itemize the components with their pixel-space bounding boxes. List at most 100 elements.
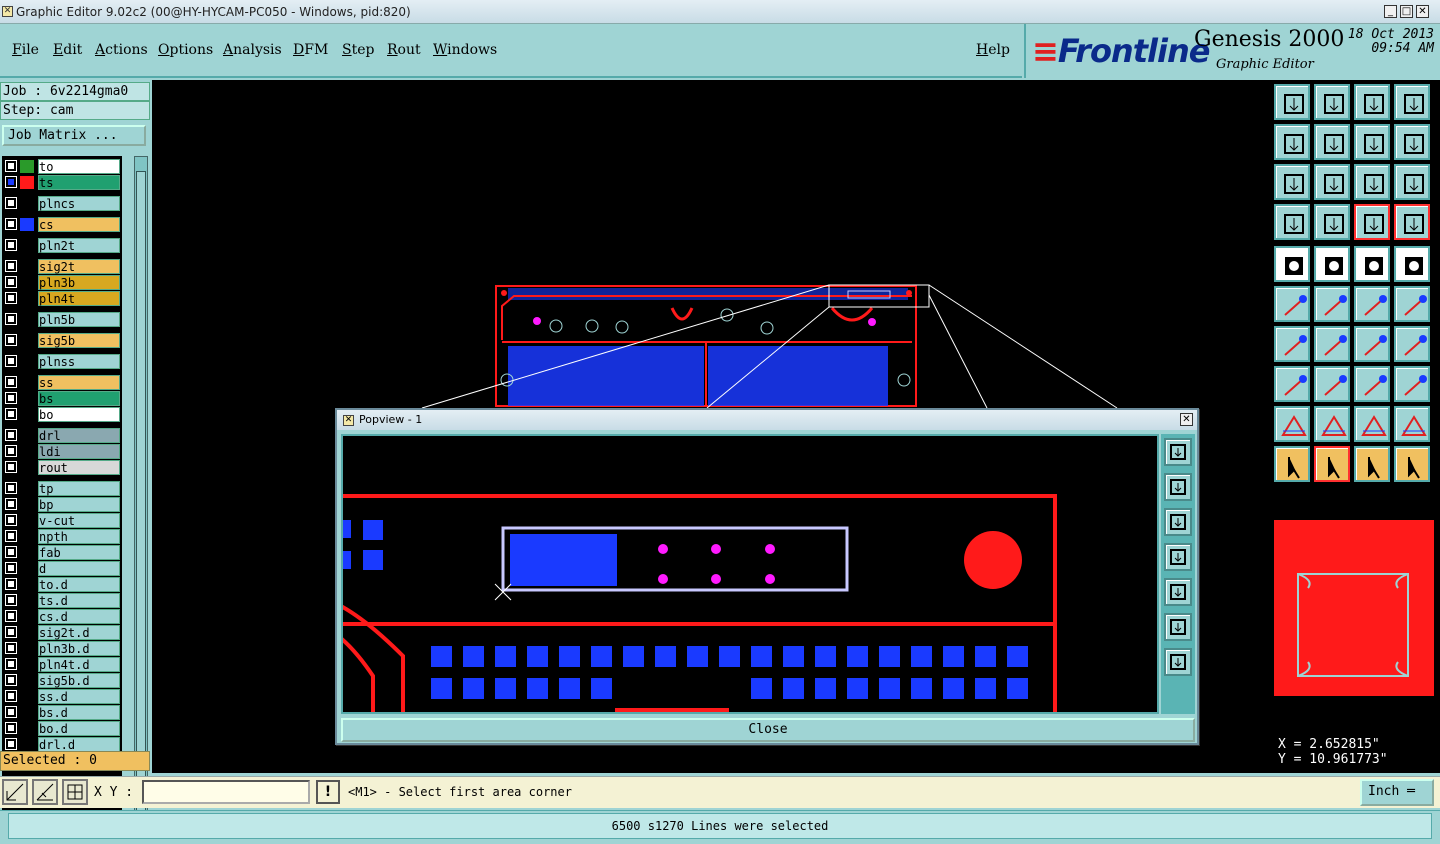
move-end-icon[interactable] — [1394, 286, 1430, 322]
layer-color-swatch[interactable] — [20, 530, 34, 543]
triangle-icon[interactable] — [1274, 406, 1310, 442]
zoom-home-icon[interactable] — [1274, 84, 1310, 120]
layer-color-swatch[interactable] — [20, 160, 34, 173]
layer-checkbox[interactable] — [5, 197, 17, 209]
arch-line-icon[interactable] — [1394, 406, 1430, 442]
snap-toggle-icon[interactable] — [1394, 124, 1430, 160]
layer-color-swatch[interactable] — [20, 276, 34, 289]
zoom-in-icon[interactable] — [1314, 84, 1350, 120]
layer-checkbox[interactable] — [5, 658, 17, 670]
layer-name[interactable]: ts.d — [38, 593, 120, 608]
menu-rout[interactable]: Rout — [387, 42, 421, 58]
layer-name[interactable]: drl.d — [38, 737, 120, 752]
layer-name[interactable]: cs — [38, 217, 120, 232]
pointer-box-icon[interactable] — [1314, 446, 1350, 482]
layer-checkbox[interactable] — [5, 594, 17, 606]
layer-name[interactable]: pln3b.d — [38, 641, 120, 656]
layer-name[interactable]: sig2t — [38, 259, 120, 274]
redraw-icon[interactable] — [1354, 124, 1390, 160]
layer-color-swatch[interactable] — [20, 594, 34, 607]
layer-name[interactable]: cs.d — [38, 609, 120, 624]
menu-file[interactable]: File — [12, 42, 39, 58]
layer-checkbox[interactable] — [5, 429, 17, 441]
layer-color-swatch[interactable] — [20, 546, 34, 559]
layer-checkbox[interactable] — [5, 355, 17, 367]
maximize-button[interactable]: □ — [1400, 5, 1413, 18]
layer-color-swatch[interactable] — [20, 408, 34, 421]
layer-checkbox[interactable] — [5, 176, 17, 188]
layer-name[interactable]: sig5b — [38, 333, 120, 348]
layer-color-swatch[interactable] — [20, 482, 34, 495]
layer-checkbox[interactable] — [5, 546, 17, 558]
connect-icon[interactable] — [1354, 204, 1390, 240]
layer-row-sig5b[interactable]: sig5b — [2, 333, 122, 348]
layer-checkbox[interactable] — [5, 461, 17, 473]
layer-checkbox[interactable] — [5, 578, 17, 590]
layer-row-rout[interactable]: rout — [2, 460, 122, 475]
pointer-circle-icon[interactable] — [1354, 446, 1390, 482]
xy-input[interactable] — [142, 780, 310, 804]
cut-line-icon[interactable] — [1314, 366, 1350, 402]
layer-name[interactable]: bp — [38, 497, 120, 512]
layer-name[interactable]: ts — [38, 175, 120, 190]
layer-checkbox[interactable] — [5, 392, 17, 404]
layer-name[interactable]: bo.d — [38, 721, 120, 736]
layer-row-pln2t[interactable]: pln2t — [2, 238, 122, 253]
layer-checkbox[interactable] — [5, 445, 17, 457]
layer-row-ldi[interactable]: ldi — [2, 444, 122, 459]
layer-row-bs[interactable]: bs — [2, 391, 122, 406]
layer-row-pln5b[interactable]: pln5b — [2, 312, 122, 327]
layer-color-swatch[interactable] — [20, 562, 34, 575]
layer-color-swatch[interactable] — [20, 738, 34, 751]
layer-name[interactable]: bo — [38, 407, 120, 422]
split-icon[interactable] — [1394, 326, 1430, 362]
layer-checkbox[interactable] — [5, 239, 17, 251]
ruler-icon[interactable] — [1354, 246, 1390, 282]
menu-step[interactable]: Step — [342, 42, 374, 58]
layer-color-swatch[interactable] — [20, 642, 34, 655]
layer-checkbox[interactable] — [5, 626, 17, 638]
layer-checkbox[interactable] — [5, 706, 17, 718]
layer-color-swatch[interactable] — [20, 239, 34, 252]
layer-checkbox[interactable] — [5, 530, 17, 542]
shape-icon[interactable] — [1274, 366, 1310, 402]
select-feature-icon[interactable] — [1274, 246, 1310, 282]
menu-edit[interactable]: Edit — [53, 42, 82, 58]
layer-checkbox[interactable] — [5, 260, 17, 272]
layer-color-swatch[interactable] — [20, 376, 34, 389]
layer-color-swatch[interactable] — [20, 292, 34, 305]
layer-name[interactable]: ss — [38, 375, 120, 390]
layer-checkbox[interactable] — [5, 498, 17, 510]
popview-pan-right-icon[interactable] — [1164, 578, 1192, 606]
layer-name[interactable]: pln3b — [38, 275, 120, 290]
layer-row-npth[interactable]: npth — [2, 529, 122, 544]
layer-row-pln4t[interactable]: pln4t — [2, 291, 122, 306]
layer-checkbox[interactable] — [5, 610, 17, 622]
job-matrix-button[interactable]: Job Matrix ... — [2, 125, 146, 146]
layer-row-drl-d[interactable]: drl.d — [2, 737, 122, 752]
measure-icon[interactable] — [32, 779, 58, 805]
select-area-icon[interactable] — [1314, 246, 1350, 282]
layer-color-swatch[interactable] — [20, 722, 34, 735]
scrollbar-thumb[interactable] — [136, 171, 146, 811]
layer-row-ts-d[interactable]: ts.d — [2, 593, 122, 608]
spline-icon[interactable] — [1354, 366, 1390, 402]
minimize-button[interactable]: _ — [1384, 5, 1397, 18]
layer-checkbox[interactable] — [5, 642, 17, 654]
zoom-window-icon[interactable] — [1354, 84, 1390, 120]
layer-name[interactable]: pln5b — [38, 312, 120, 327]
grid-icon[interactable] — [62, 779, 88, 805]
layer-name[interactable]: sig5b.d — [38, 673, 120, 688]
layer-checkbox[interactable] — [5, 722, 17, 734]
layer-row-pln3b[interactable]: pln3b — [2, 275, 122, 290]
zoom-center-icon[interactable] — [1314, 164, 1350, 200]
layer-row-cs[interactable]: cs — [2, 217, 122, 232]
layer-color-swatch[interactable] — [20, 658, 34, 671]
layer-scrollbar[interactable] — [134, 156, 148, 824]
layer-name[interactable]: pln4t — [38, 291, 120, 306]
layer-row-plnss[interactable]: plnss — [2, 354, 122, 369]
overview-thumbnail[interactable] — [1274, 520, 1434, 696]
layer-row-ss-d[interactable]: ss.d — [2, 689, 122, 704]
help-icon[interactable] — [1394, 164, 1430, 200]
layer-name[interactable]: npth — [38, 529, 120, 544]
